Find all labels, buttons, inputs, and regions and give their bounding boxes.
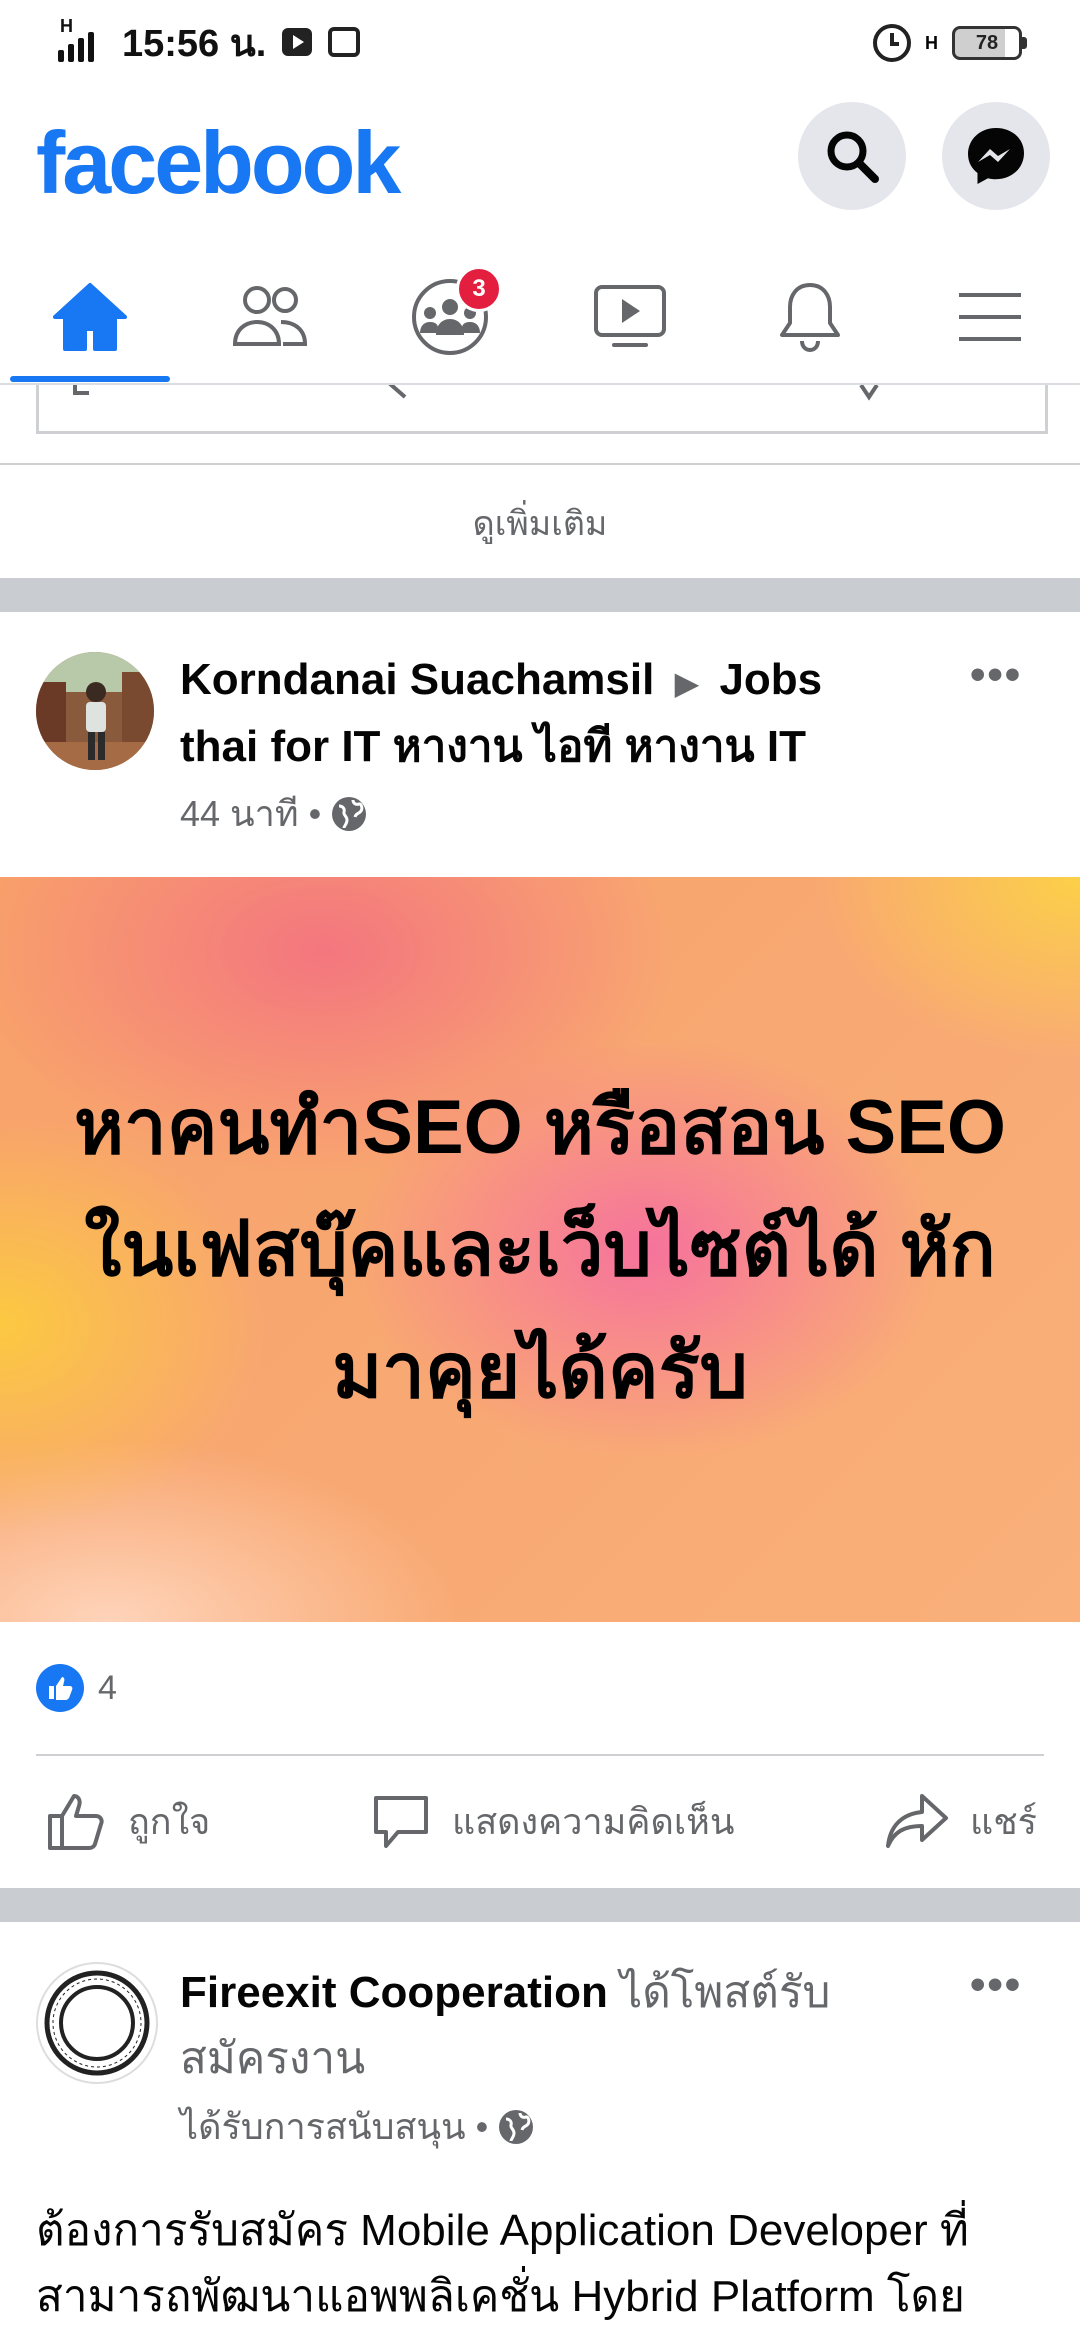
signal-icon: H xyxy=(58,16,106,62)
meta-separator: • xyxy=(308,792,322,834)
post1-title: Korndanai Suachamsil ▶ Jobs thai for IT … xyxy=(180,648,880,779)
video-icon xyxy=(594,285,666,347)
status-left: H 15:56 น. xyxy=(58,14,361,70)
post1-reactions[interactable]: 4 xyxy=(36,1664,117,1712)
post1-author-name[interactable]: Korndanai Suachamsil xyxy=(180,655,654,704)
post2-author-avatar[interactable] xyxy=(36,1962,158,2084)
post1-body: หาคนทำSEO หรือสอน SEO ในเฟสบุ๊คและเว็บไซ… xyxy=(73,1084,1007,1414)
main-nav: 3 xyxy=(0,250,1080,384)
active-tab-indicator xyxy=(10,376,170,382)
share-label: แชร์ xyxy=(970,1800,1037,1842)
post1-header: Korndanai Suachamsil ▶ Jobs thai for IT … xyxy=(180,648,880,842)
friends-icon xyxy=(232,286,308,346)
meta-separator: • xyxy=(475,2105,489,2147)
message-notification-icon xyxy=(328,27,361,57)
comment-label: แสดงความคิดเห็น xyxy=(452,1800,735,1842)
messenger-button[interactable] xyxy=(942,102,1050,210)
tab-home[interactable] xyxy=(0,250,180,384)
post1-comment-button[interactable]: แสดงความคิดเห็น xyxy=(370,1790,734,1852)
alarm-icon xyxy=(873,24,911,62)
facebook-logo[interactable]: facebook xyxy=(36,108,401,218)
tab-groups[interactable]: 3 xyxy=(360,250,540,384)
post1-meta: 44 นาที • xyxy=(180,785,880,842)
feed-separator-2 xyxy=(0,1888,1080,1922)
like-label: ถูกใจ xyxy=(128,1800,211,1842)
post1-divider xyxy=(36,1754,1044,1756)
share-icon xyxy=(886,1794,948,1848)
post2-author-name[interactable]: Fireexit Cooperation xyxy=(180,1968,608,2017)
post2-more-options-icon[interactable]: ••• xyxy=(970,1960,1022,2010)
post1-arrow: ▶ xyxy=(674,665,700,701)
tab-friends[interactable] xyxy=(180,250,360,384)
post2-title: Fireexit Cooperation ได้โพสต์รับสมัครงาน xyxy=(180,1960,920,2092)
nav-divider xyxy=(0,383,1080,385)
like-reaction-icon xyxy=(36,1664,84,1712)
bell-icon xyxy=(780,283,840,353)
thumbs-up-icon xyxy=(48,1794,104,1850)
messenger-icon xyxy=(968,128,1024,184)
feed-separator xyxy=(0,578,1080,612)
previous-card-bottom xyxy=(36,381,1048,434)
battery-level: 78 xyxy=(975,31,999,54)
see-more-link[interactable]: ดูเพิ่มเติม xyxy=(0,496,1080,550)
hamburger-menu-icon xyxy=(959,293,1021,341)
network-type-right: H xyxy=(925,33,938,53)
post2-body: ต้องการรับสมัคร Mobile Application Devel… xyxy=(36,2206,969,2321)
post1-like-count: 4 xyxy=(98,1668,117,1707)
post1-timestamp[interactable]: 44 นาที xyxy=(180,785,299,842)
post2-header: Fireexit Cooperation ได้โพสต์รับสมัครงาน… xyxy=(180,1960,920,2155)
status-time: 15:56 น. xyxy=(122,22,267,65)
globe-icon xyxy=(332,796,367,831)
youtube-notification-icon xyxy=(282,28,313,56)
search-icon xyxy=(827,131,879,183)
battery-icon: 78 xyxy=(952,26,1027,60)
comment-icon xyxy=(374,1796,428,1848)
tab-menu[interactable] xyxy=(900,250,1080,384)
post1-share-button[interactable]: แชร์ xyxy=(884,1790,1037,1852)
status-right: H 78 xyxy=(873,18,1027,68)
post1-like-button[interactable]: ถูกใจ xyxy=(46,1790,210,1852)
post1-author-avatar[interactable] xyxy=(36,652,154,770)
globe-icon xyxy=(499,2109,534,2144)
post2-sponsored-label[interactable]: ได้รับการสนับสนุน xyxy=(180,2098,466,2155)
divider xyxy=(0,463,1080,465)
status-bar: H 15:56 น. H 78 xyxy=(0,0,1080,90)
home-icon xyxy=(53,283,127,351)
network-type: H xyxy=(60,16,73,36)
tab-watch[interactable] xyxy=(540,250,720,384)
search-button[interactable] xyxy=(798,102,906,210)
tab-notifications[interactable] xyxy=(720,250,900,384)
post1-more-options-icon[interactable]: ••• xyxy=(970,650,1022,700)
post2-meta: ได้รับการสนับสนุน • xyxy=(180,2098,920,2155)
groups-notification-badge: 3 xyxy=(456,266,502,312)
post1-background-text-post: หาคนทำSEO หรือสอน SEO ในเฟสบุ๊คและเว็บไซ… xyxy=(0,877,1080,1622)
